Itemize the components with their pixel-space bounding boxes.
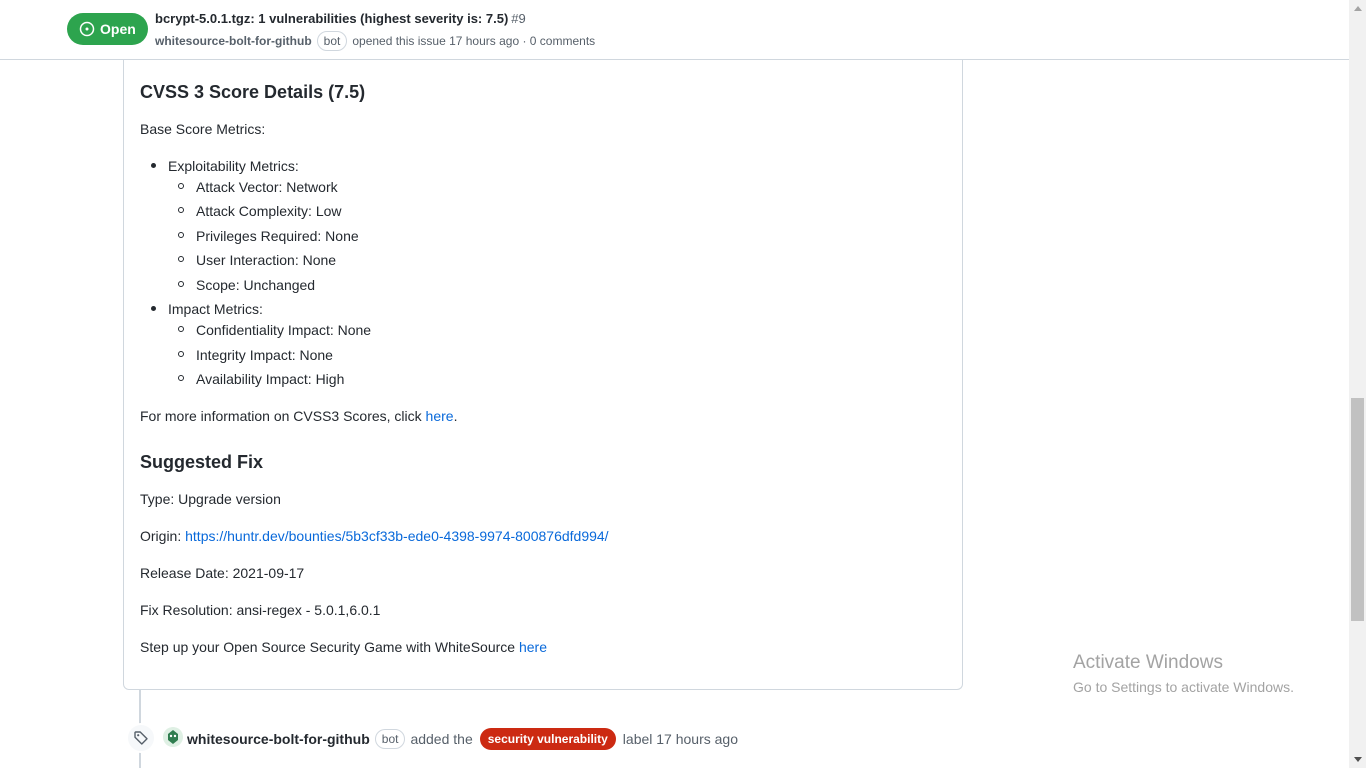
tag-icon: [126, 723, 156, 753]
timeline-bot-label: bot: [374, 729, 406, 749]
activate-windows-watermark: Activate Windows Go to Settings to activ…: [1073, 651, 1294, 697]
scroll-down-arrow-icon[interactable]: [1349, 751, 1366, 768]
activate-windows-title: Activate Windows: [1073, 652, 1223, 673]
bullet-dot: [151, 306, 156, 311]
whitesource-link[interactable]: here: [519, 639, 547, 655]
suggested-fix-heading: Suggested Fix: [140, 452, 264, 472]
stepup-paragraph: Step up your Open Source Security Game w…: [140, 637, 547, 657]
bullet-circle: [178, 326, 184, 332]
fix-resolution-text: Fix Resolution: ansi-regex - 5.0.1,6.0.1: [140, 602, 381, 618]
bullet-circle: [178, 232, 184, 238]
bot-avatar[interactable]: [163, 727, 183, 747]
origin-label: Origin:: [140, 528, 186, 544]
exploit-item: Attack Complexity: Low: [196, 203, 342, 219]
origin-paragraph: Origin: https://huntr.dev/bounties/5b3cf…: [140, 526, 609, 546]
timeline-author-link[interactable]: whitesource-bolt-for-github: [187, 731, 370, 747]
issue-state-badge: Open: [67, 13, 148, 45]
more-info-paragraph: For more information on CVSS3 Scores, cl…: [140, 406, 457, 426]
activate-windows-subtitle: Go to Settings to activate Windows.: [1073, 679, 1294, 695]
issue-state-label: Open: [100, 21, 136, 37]
impact-item: Availability Impact: High: [196, 371, 345, 387]
issue-title-text: bcrypt-5.0.1.tgz: 1 vulnerabilities (hig…: [155, 11, 509, 26]
exploit-item: Attack Vector: Network: [196, 179, 338, 195]
bullet-circle: [178, 281, 184, 287]
exploit-item: Scope: Unchanged: [196, 277, 316, 293]
impact-item: Confidentiality Impact: None: [196, 322, 372, 338]
more-info-suffix: .: [453, 408, 458, 424]
exploitability-label: Exploitability Metrics:: [168, 158, 299, 174]
stepup-text: Step up your Open Source Security Game w…: [140, 639, 519, 655]
issue-title[interactable]: bcrypt-5.0.1.tgz: 1 vulnerabilities (hig…: [155, 11, 526, 26]
issue-meta: whitesource-bolt-for-github bot opened t…: [155, 31, 595, 51]
issue-number: #9: [511, 11, 526, 26]
bullet-circle: [178, 375, 184, 381]
comment-body-box: [123, 44, 963, 690]
base-metrics-text: Base Score Metrics:: [140, 121, 266, 137]
bullet-circle: [178, 256, 184, 262]
release-date-text: Release Date: 2021-09-17: [140, 565, 305, 581]
security-vulnerability-label[interactable]: security vulnerability: [479, 728, 616, 750]
cvss-more-info-link[interactable]: here: [426, 408, 454, 424]
vertical-scrollbar[interactable]: [1349, 0, 1366, 768]
bullet-circle: [178, 351, 184, 357]
more-info-text: For more information on CVSS3 Scores, cl…: [140, 408, 426, 424]
origin-link[interactable]: https://huntr.dev/bounties/5b3cf33b-ede0…: [185, 528, 608, 544]
scroll-up-arrow-icon[interactable]: [1349, 0, 1366, 17]
bullet-circle: [178, 183, 184, 189]
scrollbar-thumb[interactable]: [1351, 398, 1364, 621]
bullet-dot: [151, 163, 156, 168]
impact-item: Integrity Impact: None: [196, 347, 333, 363]
fix-type-text: Type: Upgrade version: [140, 491, 281, 507]
bot-label: bot: [316, 31, 348, 51]
sticky-issue-header: Open bcrypt-5.0.1.tgz: 1 vulnerabilities…: [0, 0, 1349, 60]
issue-meta-text: opened this issue 17 hours ago · 0 comme…: [352, 34, 596, 48]
exploit-item: User Interaction: None: [196, 252, 337, 268]
timeline-suffix-text: label 17 hours ago: [622, 731, 738, 747]
issue-opened-icon: [79, 21, 95, 37]
issue-author-link[interactable]: whitesource-bolt-for-github: [155, 34, 312, 48]
cvss-heading: CVSS 3 Score Details (7.5): [140, 82, 366, 102]
timeline-action-text: added the: [410, 731, 473, 747]
timeline-label-event: whitesource-bolt-for-github bot added th…: [187, 728, 738, 750]
bullet-circle: [178, 207, 184, 213]
impact-label: Impact Metrics:: [168, 301, 263, 317]
exploit-item: Privileges Required: None: [196, 228, 359, 244]
